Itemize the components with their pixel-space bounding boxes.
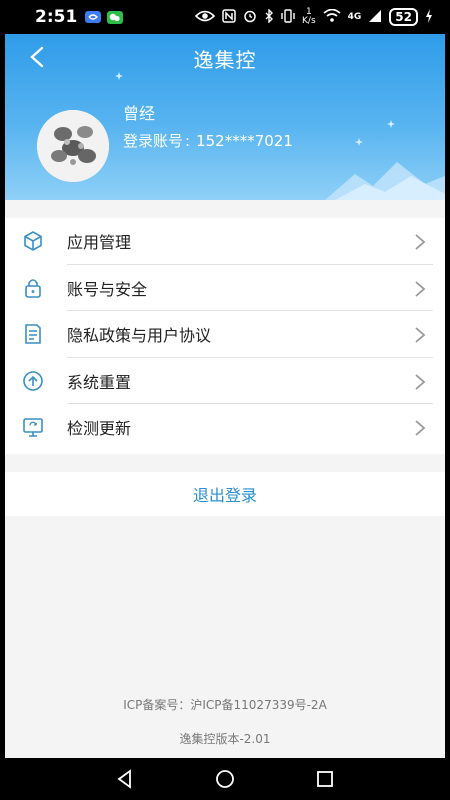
- nfc-icon: [222, 8, 236, 26]
- menu-item-check-update[interactable]: 检测更新: [5, 404, 445, 451]
- menu-item-system-reset[interactable]: 系统重置: [5, 358, 445, 404]
- wechat-icon: [107, 10, 124, 24]
- menu-item-label: 检测更新: [67, 419, 132, 439]
- chevron-right-icon: [415, 327, 426, 343]
- chevron-right-icon: [415, 420, 426, 436]
- page-title: 逸集控: [193, 48, 257, 72]
- arrow-up-circle-icon: [23, 370, 43, 391]
- menu-item-label: 系统重置: [67, 372, 132, 392]
- sparkle-icon: [115, 72, 123, 80]
- status-indicators: 1 K/s 4G 52: [194, 7, 433, 26]
- home-circle-icon[interactable]: [213, 767, 237, 791]
- account-separator: :: [185, 132, 191, 150]
- vibrate-icon: [281, 8, 295, 26]
- chevron-right-icon: [415, 373, 426, 390]
- sparkle-icon: [387, 120, 395, 128]
- chevron-right-icon: [415, 280, 426, 297]
- app-screen: 2:51 1 K/s 4G 52 逸集控 曾经 登录账号: 152****70…: [5, 0, 445, 800]
- account-info: 登录账号:152****7021: [123, 130, 293, 151]
- chevron-right-icon: [415, 234, 426, 250]
- lock-icon: [25, 278, 41, 298]
- battery-level: 52: [389, 8, 418, 26]
- net-speed: 1 K/s: [302, 8, 316, 26]
- back-triangle-icon[interactable]: [113, 767, 137, 791]
- menu-item-label: 隐私政策与用户协议: [67, 326, 212, 346]
- eye-icon: [194, 10, 216, 25]
- menu-item-label: 账号与安全: [67, 279, 148, 299]
- account-value: 152****7021: [196, 132, 293, 150]
- sparkle-icon: [355, 138, 363, 146]
- system-nav-bar: [5, 758, 445, 800]
- app-version: 逸集控版本-2.01: [179, 732, 271, 746]
- logout-button[interactable]: 退出登录: [5, 472, 445, 516]
- menu-item-label: 应用管理: [67, 233, 132, 253]
- avatar-image: [37, 110, 109, 182]
- charging-icon: [425, 8, 433, 26]
- mountains-decoration: [325, 162, 445, 200]
- monitor-refresh-icon: [23, 418, 43, 437]
- wifi-icon: [323, 8, 341, 25]
- alarm-icon: [243, 9, 257, 26]
- network-type: 4G: [347, 12, 362, 22]
- cube-icon: [24, 231, 42, 251]
- recents-square-icon[interactable]: [313, 767, 337, 791]
- status-time: 2:51: [35, 7, 78, 27]
- user-name: 曾经: [123, 104, 156, 123]
- net-speed-unit: K/s: [302, 16, 316, 26]
- menu-item-privacy-policy[interactable]: 隐私政策与用户协议: [5, 311, 445, 358]
- signal-icon: [368, 9, 382, 25]
- icp-record: ICP备案号：沪ICP备11027339号-2A: [123, 698, 327, 712]
- document-icon: [25, 324, 41, 344]
- status-bar: 2:51 1 K/s 4G 52: [5, 0, 445, 34]
- bluetooth-icon: [264, 7, 274, 26]
- menu-item-app-management[interactable]: 应用管理: [5, 218, 445, 265]
- account-label: 登录账号: [123, 132, 184, 150]
- avatar[interactable]: [37, 110, 109, 182]
- settings-menu: 应用管理 账号与安全 隐私政策与用户协议 系统重置 检测更新: [5, 218, 445, 454]
- menu-item-account-security[interactable]: 账号与安全: [5, 265, 445, 311]
- app-notification-icon: [85, 11, 102, 23]
- profile-header: 逸集控 曾经 登录账号:152****7021: [5, 34, 445, 200]
